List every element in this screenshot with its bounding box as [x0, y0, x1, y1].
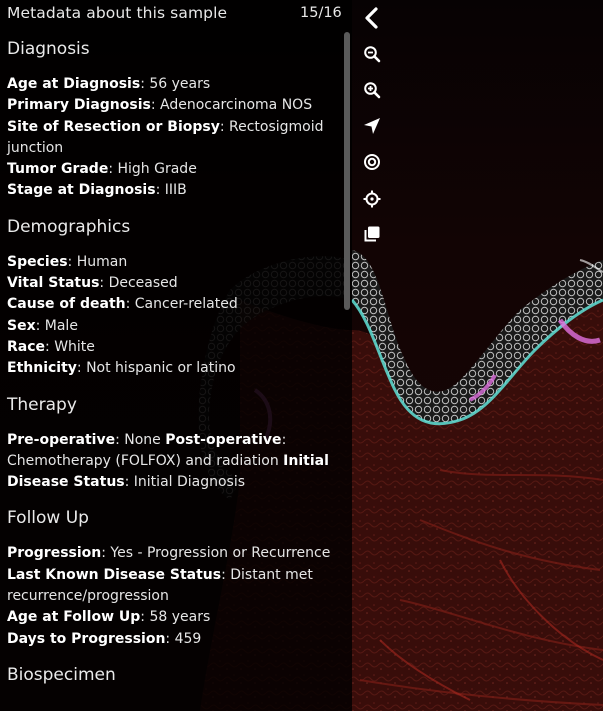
field-label: Last Known Disease Status — [7, 566, 222, 583]
section-title: Biospecimen — [7, 664, 116, 685]
field-value: : IIIB — [155, 182, 187, 199]
metadata-row: Race: White — [7, 337, 337, 358]
metadata-row: Age at Diagnosis: 56 years — [7, 74, 337, 95]
metadata-row: Vital Status: Deceased — [7, 273, 337, 294]
field-label: Vital Status — [7, 275, 100, 292]
field-value: : Yes - Progression or Recurrence — [101, 545, 331, 562]
crosshair-icon[interactable] — [360, 187, 384, 211]
section-title: Follow Up — [7, 508, 89, 529]
field-value: Chemotherapy (FOLFOX) and radiation — [7, 452, 284, 469]
field-label: Site of Resection or Biopsy — [7, 118, 220, 135]
field-label: Initial — [283, 452, 329, 469]
metadata-row: Site of Resection or Biopsy: Rectosigmoi… — [7, 117, 337, 138]
field-value: : Deceased — [99, 275, 178, 292]
section-title: Demographics — [7, 216, 131, 237]
metadata-panel: Metadata about this sample 15/16 Diagnos… — [0, 0, 352, 711]
metadata-row: Sex: Male — [7, 316, 337, 337]
panel-header: Metadata about this sample 15/16 — [0, 0, 352, 30]
metadata-section: Follow Up Progression: Yes - Progression … — [7, 505, 337, 649]
metadata-row: Progression: Yes - Progression or Recurr… — [7, 543, 337, 564]
metadata-row: Age at Follow Up: 58 years — [7, 607, 337, 628]
field-label: Age at Follow Up — [7, 609, 141, 626]
section-body: Age at Diagnosis: 56 years Primary Diagno… — [7, 74, 337, 202]
field-value: : High Grade — [108, 161, 197, 178]
metadata-row: Disease Status: Initial Diagnosis — [7, 472, 337, 493]
back-chevron-icon[interactable] — [360, 6, 384, 30]
scrollbar-thumb[interactable] — [344, 32, 350, 310]
metadata-row: Primary Diagnosis: Adenocarcinoma NOS — [7, 95, 337, 116]
zoom-out-icon[interactable] — [360, 42, 384, 66]
field-label: Tumor Grade — [7, 161, 109, 178]
metadata-row: Chemotherapy (FOLFOX) and radiation Init… — [7, 451, 337, 472]
field-label: Progression — [7, 545, 102, 562]
copy-icon[interactable] — [360, 222, 384, 246]
field-label: Primary Diagnosis — [7, 97, 151, 114]
field-label: Days to Progression — [7, 630, 166, 647]
field-value: junction — [7, 139, 64, 156]
metadata-row: Days to Progression: 459 — [7, 629, 337, 650]
viewer-toolbar — [352, 0, 392, 260]
metadata-row: Ethnicity: Not hispanic or latino — [7, 358, 337, 379]
metadata-row: Tumor Grade: High Grade — [7, 159, 337, 180]
metadata-row: Pre-operative: None Post-operative: — [7, 430, 337, 451]
field-value: : Cancer-related — [125, 296, 238, 313]
metadata-row: Stage at Diagnosis: IIIB — [7, 180, 337, 201]
field-label: Cause of death — [7, 296, 126, 313]
metadata-content: Diagnosis Age at Diagnosis: 56 years Prima… — [7, 36, 337, 688]
section-body: Species: Human Vital Status: Deceased Caus… — [7, 252, 337, 380]
zoom-in-icon[interactable] — [360, 78, 384, 102]
field-value: : 58 years — [140, 609, 211, 626]
panel-title: Metadata about this sample — [7, 4, 228, 22]
field-label: Disease Status — [7, 474, 125, 491]
section-body: Progression: Yes - Progression or Recurr… — [7, 543, 337, 649]
metadata-row: Cause of death: Cancer-related — [7, 294, 337, 315]
metadata-row: recurrence/progression — [7, 586, 337, 607]
field-value: : Human — [67, 253, 128, 270]
field-label: Post-operative — [165, 431, 282, 448]
field-value: : Rectosigmoid — [219, 118, 324, 135]
field-value: : None — [115, 431, 166, 448]
field-label: Race — [7, 338, 46, 355]
field-value: : 459 — [165, 630, 202, 647]
metadata-section: Therapy Pre-operative: None Post-operativ… — [7, 392, 337, 494]
field-label: Age at Diagnosis — [7, 76, 141, 92]
field-label: Stage at Diagnosis — [7, 182, 156, 199]
location-arrow-icon[interactable] — [360, 114, 384, 138]
metadata-section: Diagnosis Age at Diagnosis: 56 years Prima… — [7, 36, 337, 202]
metadata-row: Last Known Disease Status: Distant met — [7, 565, 337, 586]
field-label: Sex — [7, 317, 36, 334]
scrollbar[interactable] — [344, 32, 351, 711]
field-value: : Male — [35, 317, 78, 334]
metadata-row: junction — [7, 138, 337, 159]
viewer: Metadata about this sample 15/16 Diagnos… — [0, 0, 603, 711]
field-value: recurrence/progression — [7, 588, 169, 605]
section-title: Therapy — [7, 394, 77, 415]
metadata-row: Species: Human — [7, 252, 337, 273]
section-title: Diagnosis — [7, 39, 90, 59]
field-value: : Adenocarcinoma NOS — [150, 97, 313, 114]
field-value: : Not hispanic or latino — [76, 360, 236, 377]
field-label: Ethnicity — [7, 360, 77, 377]
field-label: Pre-operative — [7, 431, 116, 448]
section-body: Pre-operative: None Post-operative: Chemo… — [7, 430, 337, 494]
target-icon[interactable] — [360, 150, 384, 174]
field-value: : White — [45, 338, 95, 355]
metadata-section: Demographics Species: Human Vital Status: … — [7, 214, 337, 380]
field-value: : Initial Diagnosis — [124, 474, 246, 491]
field-label: Species — [7, 253, 68, 270]
sample-counter: 15/16 — [300, 5, 342, 21]
field-value: : — [281, 431, 287, 448]
metadata-section: Biospecimen — [7, 662, 337, 688]
field-value: : 56 years — [140, 76, 211, 92]
field-value: : Distant met — [221, 566, 313, 583]
